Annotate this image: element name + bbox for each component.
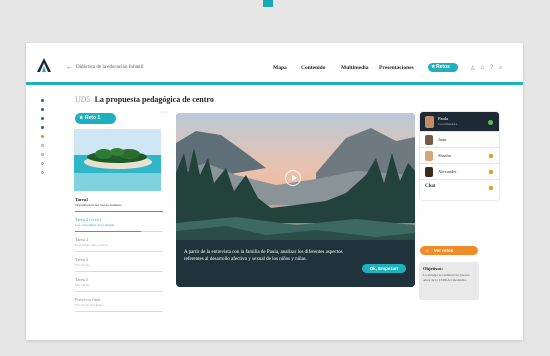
task-progress-fill [75,231,141,232]
participant-item[interactable]: Paula Coordinadora [420,112,499,132]
nav-mapa[interactable]: Mapa [273,65,287,71]
header-divider [26,82,523,85]
status-indicator [489,154,493,158]
participant-item[interactable]: Juan [420,132,499,148]
app-window: ← Didáctica de la educación Infantil Map… [26,43,523,340]
task-subtitle: Psicología del grupo [75,303,104,307]
task-subtitle: Psicología [75,263,90,267]
rail-dot-current[interactable] [41,135,44,138]
logo-icon[interactable] [37,58,51,72]
task-item[interactable]: Proyecto final Psicología del grupo [75,297,163,312]
task-title: Tarea1 [75,197,89,202]
avatar [425,135,433,145]
participant-name: Juan [438,137,447,142]
star-icon: ★ [431,64,436,70]
rail-dot[interactable] [41,108,44,111]
nav-presentaciones[interactable]: Presentaciones [379,65,414,71]
task-title: Tarea 5 [75,277,89,282]
avatar [425,116,434,128]
retos-label: Retos [436,64,450,70]
task-progress [75,211,163,212]
ver-retos-label: Ver retos [434,248,454,253]
search-icon[interactable]: ⌕ [499,65,502,72]
play-icon[interactable] [285,170,301,186]
user-icon[interactable]: ♙ [470,65,475,72]
retos-button[interactable]: ★ Retos [428,63,458,72]
objectives-box: Objetivos: La entrega se realizará los j… [419,262,479,300]
title-text: La propuesta pedagógica de centro [94,95,214,104]
task-progress [75,231,163,232]
top-header: ← Didáctica de la educación Infantil Map… [26,43,523,82]
task-subtitle: Psicología [75,283,90,287]
rail-dot[interactable] [41,153,44,156]
task-item[interactable]: Tarea1 Organización del cuerpo humano [75,197,163,212]
ver-retos-button[interactable]: ☺ Ver retos [420,246,478,255]
participant-name: Shasha [438,153,451,158]
rail-dot[interactable] [41,99,44,102]
rail-dot[interactable] [41,162,44,165]
task-item[interactable]: Tarea 2 (vivir) Los contenidos de la uni… [75,217,163,232]
task-progress [75,311,163,312]
help-icon[interactable]: ? [490,65,493,71]
chat-label: Chat [425,184,436,189]
task-item[interactable]: Tarea 3 Expresión oral y escrita [75,237,163,252]
start-button[interactable]: Ok, Empezar! [362,264,406,273]
task-subtitle: Organización del cuerpo humano [75,203,122,207]
task-progress-fill [75,211,163,212]
more-options-icon[interactable]: ··· [160,109,169,116]
participants-panel: Paula Coordinadora Juan Shasha Alexander… [420,112,499,200]
unit-number: UD5 [75,95,91,104]
task-progress [75,271,163,272]
task-progress [75,251,163,252]
video-caption: A partir de la entrevista con la familia… [176,240,415,287]
rail-dot[interactable] [41,171,44,174]
task-title: Tarea 3 [75,237,89,242]
task-item[interactable]: Tarea 5 Psicología [75,277,163,292]
task-item[interactable]: Tarea 4 Psicología [75,257,163,272]
nav-contenido[interactable]: Contenido [301,65,325,71]
bell-icon[interactable]: ♫ [480,65,485,71]
island-thumbnail[interactable] [74,129,161,191]
task-title: Tarea 4 [75,257,89,262]
rail-dot[interactable] [41,144,44,147]
reto-button[interactable]: ★ Reto 1 [75,113,116,124]
participant-role: Coordinadora [438,122,458,126]
star-icon: ★ [79,115,84,121]
task-subtitle: Los contenidos de la unidad [75,223,115,227]
task-progress [75,291,163,292]
avatar [425,167,433,177]
rail-dot[interactable] [41,126,44,129]
task-subtitle: Expresión oral y escrita [75,243,109,247]
participant-name: Paula [438,116,448,121]
top-tab-marker [263,0,273,7]
participant-name: Alexander [438,169,457,174]
task-title: Tarea 2 (vivir) [75,217,101,222]
objectives-body: La entrega se realizará los jueves antes… [423,273,470,282]
back-arrow-icon[interactable]: ← [66,64,73,71]
status-indicator [489,170,493,174]
reto-label: Reto 1 [85,115,101,121]
status-online [488,120,493,125]
objectives-title: Objetivos: [423,266,443,271]
users-icon: ☺ [425,248,430,253]
page-title: UD5 La propuesta pedagógica de centro [75,95,214,104]
nav-multimedia[interactable]: Multimedia [341,65,369,71]
task-title: Proyecto final [75,297,101,302]
breadcrumb[interactable]: Didáctica de la educación Infantil [76,65,143,70]
rail-dot[interactable] [41,117,44,120]
avatar [425,151,433,161]
chat-status [489,186,493,190]
participant-item[interactable]: Alexander [420,164,499,180]
participant-item[interactable]: Shasha [420,148,499,164]
chat-item[interactable]: Chat [420,182,499,194]
video-caption-text: A partir de la entrevista con la familia… [184,250,343,262]
